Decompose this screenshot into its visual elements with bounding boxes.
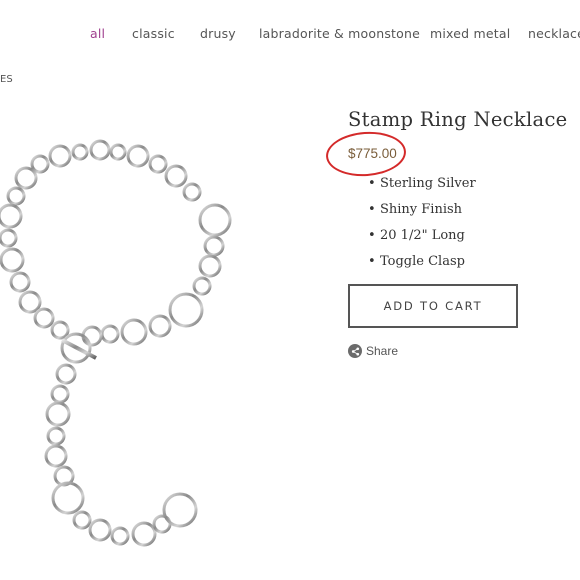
feature-label: Shiny Finish [380,202,463,217]
share-icon [348,344,362,358]
bullet-icon: • [368,254,376,269]
add-to-cart-button[interactable]: ADD TO CART [348,284,518,328]
bullet-icon: • [368,202,376,217]
product-title: Stamp Ring Necklace [348,108,568,131]
product-image [0,139,232,547]
feature-item: • Toggle Clasp [368,252,476,278]
feature-list: • Sterling Silver • Shiny Finish • 20 1/2" … [368,174,476,278]
bullet-icon: • [368,176,376,191]
feature-item: • 20 1/2" Long [368,226,476,252]
product-page: all classic drusy labradorite & moonston… [0,0,580,580]
feature-label: 20 1/2" Long [380,228,465,243]
feature-item: • Shiny Finish [368,200,476,226]
feature-item: • Sterling Silver [368,174,476,200]
nav-item-drusy[interactable]: drusy [200,26,236,41]
category-nav: all classic drusy labradorite & moonston… [0,26,580,46]
share-label: Share [366,344,399,358]
share-link[interactable]: Share [348,344,398,358]
nav-item-mixed-metal[interactable]: mixed metal [430,26,510,41]
nav-item-necklace[interactable]: necklace [528,26,580,41]
feature-label: Sterling Silver [380,176,476,191]
nav-item-classic[interactable]: classic [132,26,175,41]
bullet-icon: • [368,228,376,243]
nav-item-all[interactable]: all [90,26,105,41]
product-price: $775.00 [348,146,397,161]
nav-item-labradorite-moonstone[interactable]: labradorite & moonstone [259,26,420,41]
feature-label: Toggle Clasp [380,254,465,269]
breadcrumb-fragment[interactable]: ES [0,74,13,85]
